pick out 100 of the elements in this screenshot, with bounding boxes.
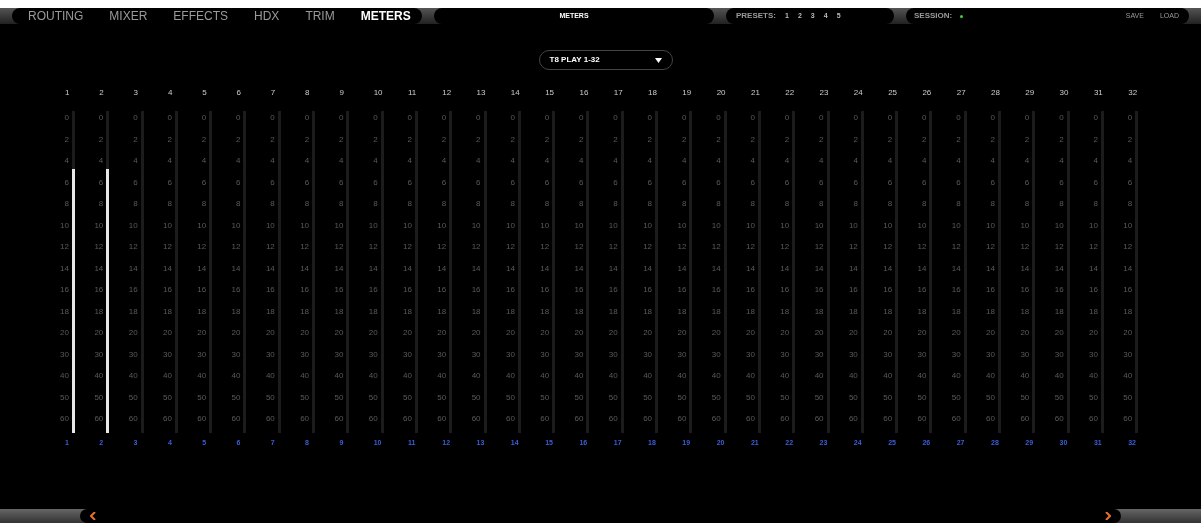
scale-label: 50 (470, 391, 482, 404)
scale-label: 30 (573, 348, 585, 361)
scale-label: 18 (333, 305, 345, 318)
scale-label: 30 (333, 348, 345, 361)
scale-label: 40 (436, 370, 448, 382)
scale-label: 50 (1122, 391, 1134, 404)
scale-label: 4 (200, 155, 208, 167)
scale-label: 14 (779, 262, 791, 275)
scale-label: 2 (1058, 133, 1065, 146)
scale-label: 4 (1126, 155, 1134, 167)
scale-label: 40 (882, 370, 894, 382)
scale-label: 6 (475, 176, 482, 189)
scale-label: 4 (269, 155, 276, 167)
scale-label: 8 (852, 198, 859, 210)
scale-label: 10 (402, 219, 413, 232)
scale-label: 2 (749, 133, 756, 146)
scale-label: 30 (162, 348, 173, 361)
scale-label: 18 (607, 305, 619, 318)
scale-label: 12 (1088, 241, 1099, 253)
scale-label: 20 (264, 327, 276, 339)
scale-label: 12 (333, 241, 345, 253)
scale-label: 2 (1126, 133, 1134, 146)
scale-label: 14 (916, 262, 928, 275)
scale-label: 16 (402, 284, 413, 296)
scale-label: 4 (715, 155, 722, 167)
scale-label: 4 (337, 155, 345, 167)
scale-label: 6 (955, 176, 962, 189)
scale-label: 4 (783, 155, 791, 167)
scale-label: 20 (299, 327, 311, 339)
scale-label: 40 (985, 370, 996, 382)
scale-label: 50 (299, 391, 311, 404)
chevron-left-icon[interactable] (90, 512, 96, 520)
scale-label: 50 (59, 391, 70, 404)
tab[interactable]: METERS (360, 10, 411, 22)
scale-label: 12 (470, 241, 482, 253)
scale-label: 2 (200, 133, 208, 146)
scale-label: 30 (1088, 348, 1099, 361)
scale-label: 2 (680, 133, 688, 146)
scale-label: 18 (59, 305, 70, 318)
scale-label: 40 (504, 370, 516, 382)
scale-label: 2 (337, 133, 345, 146)
scale-label: 8 (475, 198, 482, 210)
scale-label: 30 (882, 348, 894, 361)
scale-label: 12 (230, 241, 242, 253)
channel-number: 30 (1058, 87, 1070, 99)
scale-label: 60 (950, 413, 962, 425)
scale-label: 4 (818, 155, 825, 167)
scale-label: 10 (847, 219, 859, 232)
scale-label: 8 (372, 198, 379, 210)
scale-label: 60 (779, 413, 791, 425)
scale-label: 12 (745, 241, 756, 253)
scale-label: 16 (59, 284, 70, 296)
scale-label: 10 (1053, 219, 1065, 232)
scale-label: 18 (436, 305, 448, 318)
scale-label: 30 (916, 348, 928, 361)
scale-label: 4 (749, 155, 756, 167)
scale-label: 12 (162, 241, 173, 253)
tab[interactable]: ROUTING (28, 10, 84, 22)
scale-label: 30 (367, 348, 379, 361)
scale-label: 16 (710, 284, 722, 296)
scale-label: 30 (127, 348, 139, 361)
tab[interactable]: HDX (254, 10, 280, 22)
scale-label: 18 (1053, 305, 1065, 318)
scale-label: 0 (509, 112, 516, 124)
scale-label: 50 (573, 391, 585, 404)
scale-label: 50 (882, 391, 894, 404)
scale-label: 50 (539, 391, 551, 404)
scale-label: 16 (196, 284, 208, 296)
scale-label: 18 (573, 305, 585, 318)
scale-label: 10 (539, 219, 551, 232)
scale-label: 60 (710, 413, 722, 425)
source-dropdown[interactable]: T8 PLAY 1-32 (538, 50, 673, 70)
scale-label: 12 (779, 241, 791, 253)
scale-label: 60 (539, 413, 551, 425)
scale-label: 50 (93, 391, 105, 404)
scale-label: 14 (1088, 262, 1099, 275)
scale-label: 20 (573, 327, 585, 339)
scale-label: 40 (59, 370, 70, 382)
scale-label: 8 (235, 198, 242, 210)
scale-label: 4 (680, 155, 688, 167)
scale-label: 50 (1053, 391, 1065, 404)
scale-label: 8 (578, 198, 585, 210)
scale-label: 6 (406, 176, 413, 189)
scale-label: 2 (715, 133, 722, 146)
scale-label: 18 (162, 305, 173, 318)
chevron-right-icon[interactable] (1105, 512, 1111, 520)
tab[interactable]: MIXER (109, 10, 148, 22)
scale-label: 0 (337, 112, 345, 124)
scale-label: 10 (1088, 219, 1099, 232)
channel-number: 18 (647, 87, 658, 99)
scale-label: 18 (470, 305, 482, 318)
scale-label: 2 (783, 133, 791, 146)
tab[interactable]: TRIM (305, 10, 335, 22)
tab[interactable]: EFFECTS (173, 10, 229, 22)
scale-label: 10 (573, 219, 585, 232)
scale-label: 30 (470, 348, 482, 361)
scale-label: 6 (132, 176, 139, 189)
scale-label: 20 (847, 327, 859, 339)
scale-label: 60 (504, 413, 516, 425)
scale-label: 20 (230, 327, 242, 339)
